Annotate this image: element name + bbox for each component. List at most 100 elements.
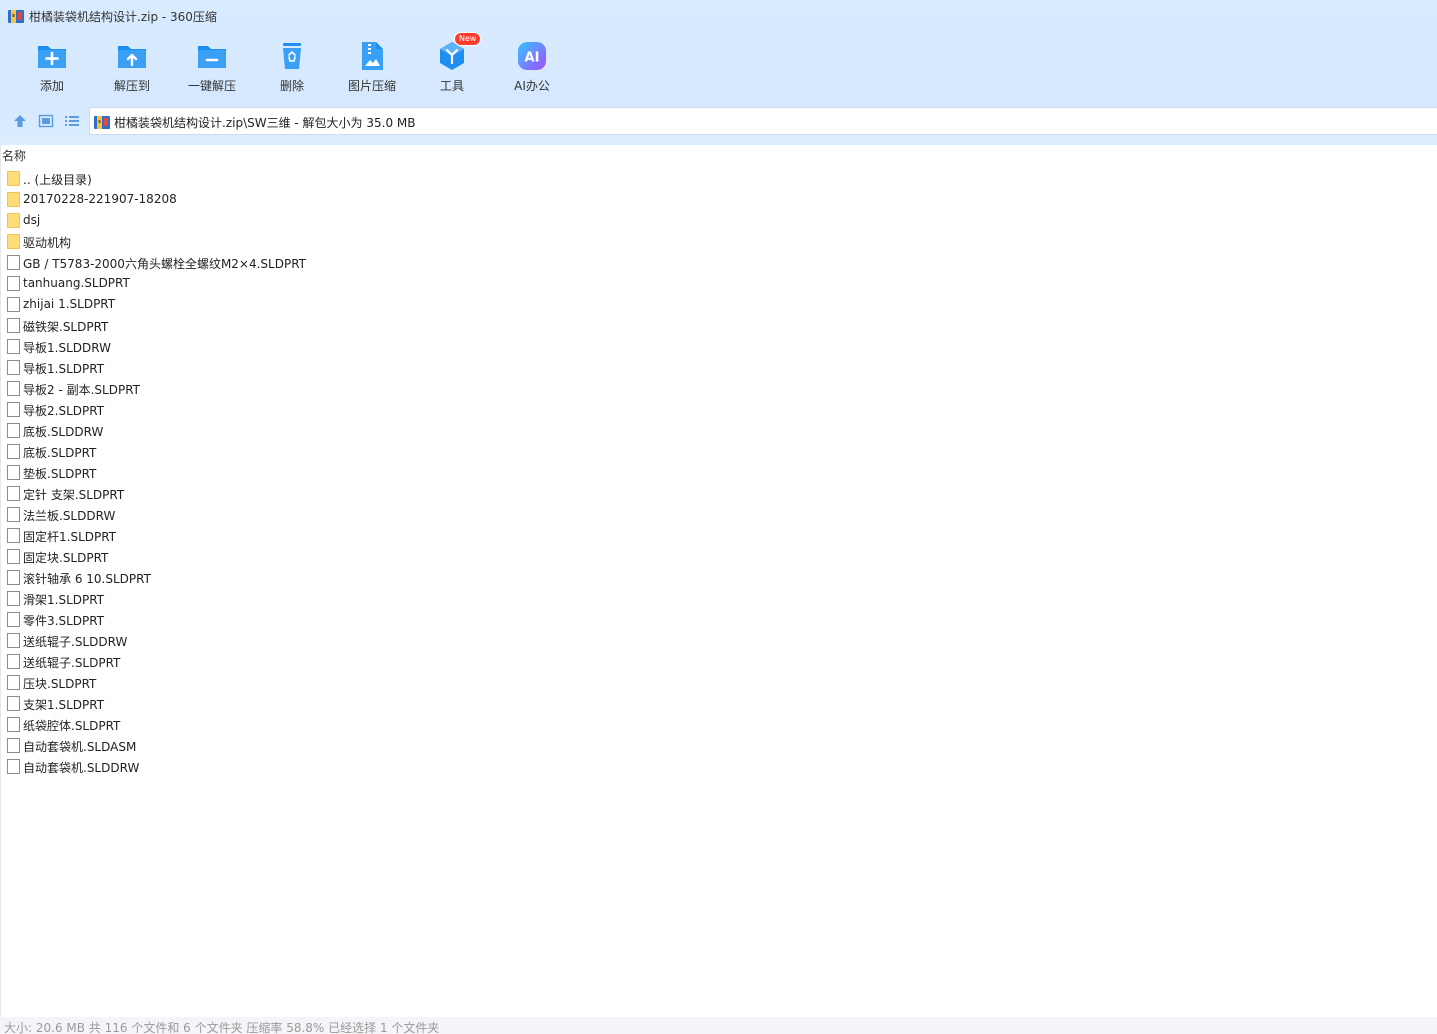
file-list: .. (上级目录) 20170228-221907-18208 dsj 驱动机构 GB … bbox=[1, 168, 1437, 777]
file-row[interactable]: 磁铁架.SLDPRT bbox=[1, 315, 1437, 336]
folder-icon bbox=[7, 171, 20, 186]
file-icon bbox=[7, 486, 20, 501]
item-name: 20170228-221907-18208 bbox=[23, 192, 177, 206]
file-row[interactable]: 自动套袋机.SLDASM bbox=[1, 735, 1437, 756]
extract-to-icon bbox=[118, 46, 146, 68]
item-name: 导板2 - 副本.SLDPRT bbox=[23, 383, 140, 397]
item-name: 底板.SLDDRW bbox=[23, 425, 104, 439]
image-compress-button[interactable]: 图片压缩 bbox=[332, 36, 412, 98]
folder-row[interactable]: dsj bbox=[1, 210, 1437, 231]
up-arrow-icon[interactable] bbox=[11, 112, 29, 130]
file-icon bbox=[7, 570, 20, 585]
item-name: 滚针轴承 6 10.SLDPRT bbox=[23, 572, 151, 586]
file-row[interactable]: 固定杆1.SLDPRT bbox=[1, 525, 1437, 546]
address-bar[interactable]: 柑橘装袋机结构设计.zip\SW三维 - 解包大小为 35.0 MB bbox=[89, 107, 1437, 135]
file-row[interactable]: 导板2 - 副本.SLDPRT bbox=[1, 378, 1437, 399]
list-view-icon[interactable] bbox=[63, 112, 81, 130]
navigation-row: 柑橘装袋机结构设计.zip\SW三维 - 解包大小为 35.0 MB bbox=[0, 106, 1437, 136]
item-name: GB / T5783-2000六角头螺栓全螺纹M2×4.SLDPRT bbox=[23, 257, 307, 271]
file-row[interactable]: 送纸辊子.SLDDRW bbox=[1, 630, 1437, 651]
item-name: .. (上级目录) bbox=[23, 173, 92, 187]
one-click-extract-button[interactable]: 一键解压 bbox=[172, 36, 252, 98]
status-text: 大小: 20.6 MB 共 116 个文件和 6 个文件夹 压缩率 58.8% … bbox=[4, 1021, 440, 1034]
image-compress-icon bbox=[362, 42, 383, 70]
file-row[interactable]: 自动套袋机.SLDDRW bbox=[1, 756, 1437, 777]
title-bar: 柑橘装袋机结构设计.zip - 360压缩 bbox=[0, 0, 1437, 32]
status-bar: 大小: 20.6 MB 共 116 个文件和 6 个文件夹 压缩率 58.8% … bbox=[0, 1017, 1437, 1034]
item-name: 导板1.SLDDRW bbox=[23, 341, 111, 355]
file-row[interactable]: 垫板.SLDPRT bbox=[1, 462, 1437, 483]
file-icon bbox=[7, 633, 20, 648]
file-row[interactable]: 定针 支架.SLDPRT bbox=[1, 483, 1437, 504]
file-row[interactable]: GB / T5783-2000六角头螺栓全螺纹M2×4.SLDPRT bbox=[1, 252, 1437, 273]
tools-button[interactable]: New 工具 bbox=[412, 32, 492, 98]
file-row[interactable]: zhijai 1.SLDPRT bbox=[1, 294, 1437, 315]
file-row[interactable]: 支架1.SLDPRT bbox=[1, 693, 1437, 714]
folder-row[interactable]: 驱动机构 bbox=[1, 231, 1437, 252]
ai-office-button[interactable]: AI AI办公 bbox=[492, 36, 572, 98]
archive-app-icon bbox=[8, 10, 24, 23]
file-row[interactable]: tanhuang.SLDPRT bbox=[1, 273, 1437, 294]
file-icon bbox=[7, 276, 20, 291]
item-name: 磁铁架.SLDPRT bbox=[23, 320, 109, 334]
item-name: 送纸辊子.SLDPRT bbox=[23, 656, 121, 670]
item-name: 法兰板.SLDDRW bbox=[23, 509, 116, 523]
svg-text:AI: AI bbox=[525, 51, 540, 66]
file-row[interactable]: 送纸辊子.SLDPRT bbox=[1, 651, 1437, 672]
file-row[interactable]: 滑架1.SLDPRT bbox=[1, 588, 1437, 609]
image-compress-label: 图片压缩 bbox=[347, 79, 396, 93]
file-icon bbox=[7, 738, 20, 753]
folder-row[interactable]: .. (上级目录) bbox=[1, 168, 1437, 189]
file-row[interactable]: 纸袋腔体.SLDPRT bbox=[1, 714, 1437, 735]
file-icon bbox=[7, 675, 20, 690]
file-icon bbox=[7, 339, 20, 354]
add-button[interactable]: 添加 bbox=[12, 36, 92, 98]
item-name: 定针 支架.SLDPRT bbox=[23, 488, 125, 502]
delete-button[interactable]: 删除 bbox=[252, 36, 332, 98]
file-row[interactable]: 固定块.SLDPRT bbox=[1, 546, 1437, 567]
folder-row[interactable]: 20170228-221907-18208 bbox=[1, 189, 1437, 210]
item-name: 送纸辊子.SLDDRW bbox=[23, 635, 128, 649]
extract-to-label: 解压到 bbox=[113, 79, 150, 93]
archive-file-icon bbox=[94, 116, 110, 129]
file-row[interactable]: 法兰板.SLDDRW bbox=[1, 504, 1437, 525]
main-toolbar: 添加 解压到 一键解压 删除 图片压缩 New 工具 AI AI办公 bbox=[12, 32, 572, 98]
item-name: 固定杆1.SLDPRT bbox=[23, 530, 117, 544]
file-row[interactable]: 底板.SLDPRT bbox=[1, 441, 1437, 462]
item-name: 垫板.SLDPRT bbox=[23, 467, 97, 481]
file-icon bbox=[7, 507, 20, 522]
address-path: 柑橘装袋机结构设计.zip\SW三维 - 解包大小为 35.0 MB bbox=[114, 116, 416, 130]
item-name: 零件3.SLDPRT bbox=[23, 614, 105, 628]
file-list-area: 名称 .. (上级目录) 20170228-221907-18208 dsj 驱动机构… bbox=[0, 145, 1437, 1017]
file-row[interactable]: 导板1.SLDPRT bbox=[1, 357, 1437, 378]
file-row[interactable]: 滚针轴承 6 10.SLDPRT bbox=[1, 567, 1437, 588]
file-icon bbox=[7, 255, 20, 270]
delete-label: 删除 bbox=[279, 79, 304, 93]
app-window: 柑橘装袋机结构设计.zip - 360压缩 添加 解压到 一键解压 删除 图片压… bbox=[0, 0, 1437, 1034]
item-name: zhijai 1.SLDPRT bbox=[23, 297, 116, 311]
file-row[interactable]: 零件3.SLDPRT bbox=[1, 609, 1437, 630]
column-header-name[interactable]: 名称 bbox=[1, 147, 26, 165]
file-row[interactable]: 压块.SLDPRT bbox=[1, 672, 1437, 693]
file-icon bbox=[7, 297, 20, 312]
item-name: tanhuang.SLDPRT bbox=[23, 276, 130, 290]
file-icon bbox=[7, 381, 20, 396]
item-name: 驱动机构 bbox=[23, 236, 72, 250]
file-icon bbox=[7, 759, 20, 774]
file-row[interactable]: 导板1.SLDDRW bbox=[1, 336, 1437, 357]
recycle-bin-icon bbox=[283, 43, 301, 69]
file-icon bbox=[7, 549, 20, 564]
folder-icon bbox=[7, 234, 20, 249]
file-row[interactable]: 导板2.SLDPRT bbox=[1, 399, 1437, 420]
ai-office-icon: AI bbox=[518, 42, 546, 70]
extract-to-button[interactable]: 解压到 bbox=[92, 36, 172, 98]
item-name: 底板.SLDPRT bbox=[23, 446, 97, 460]
item-name: dsj bbox=[23, 213, 41, 227]
file-row[interactable]: 底板.SLDDRW bbox=[1, 420, 1437, 441]
file-icon bbox=[7, 423, 20, 438]
item-name: 自动套袋机.SLDDRW bbox=[23, 761, 140, 775]
thumbnail-view-icon[interactable] bbox=[37, 112, 55, 130]
window-title: 柑橘装袋机结构设计.zip - 360压缩 bbox=[29, 10, 217, 24]
item-name: 导板1.SLDPRT bbox=[23, 362, 105, 376]
item-name: 固定块.SLDPRT bbox=[23, 551, 109, 565]
